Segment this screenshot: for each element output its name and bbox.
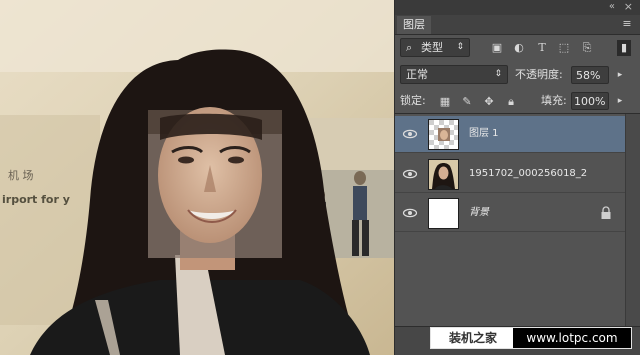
type-filter-icon[interactable]: T bbox=[534, 40, 550, 56]
blend-mode-value: 正常 bbox=[406, 68, 428, 81]
fill-input[interactable]: 100% bbox=[571, 92, 609, 110]
layer-thumbnail bbox=[428, 198, 459, 229]
divider bbox=[395, 113, 640, 114]
layers-scrollbar[interactable] bbox=[625, 114, 640, 327]
layer-thumbnail bbox=[428, 159, 459, 190]
layer-row-background[interactable]: 背景 bbox=[395, 195, 627, 232]
blend-mode-select[interactable]: 正常 ⇕ bbox=[400, 65, 508, 84]
search-icon: ⌕ bbox=[406, 41, 413, 54]
watermark-url: www.lotpc.com bbox=[513, 328, 631, 348]
lock-transparent-icon[interactable]: ▦ bbox=[437, 94, 453, 110]
lock-all-icon[interactable]: 🔒︎ bbox=[503, 94, 519, 110]
lock-icon bbox=[601, 206, 611, 219]
close-icon[interactable]: × bbox=[624, 0, 633, 13]
filter-row: ⌕ 类型 ⇕ ▣ ◐ T ⬚ ⎘ ▮ bbox=[395, 36, 640, 60]
blend-row: 正常 ⇕ 不透明度: 58% ▸ bbox=[395, 64, 640, 86]
eye-icon[interactable] bbox=[402, 206, 418, 220]
filter-select[interactable]: ⌕ 类型 ⇕ bbox=[400, 38, 470, 57]
sign-text-2: irport for y bbox=[2, 193, 70, 206]
panel-collapse-strip: « × bbox=[395, 0, 640, 15]
opacity-input[interactable]: 58% bbox=[571, 66, 609, 84]
layer-name: 背景 bbox=[469, 207, 489, 218]
adjustment-filter-icon[interactable]: ◐ bbox=[511, 40, 527, 56]
layer-name: 图层 1 bbox=[469, 128, 499, 139]
layers-panel: « × 图层 ≡ ⌕ 类型 ⇕ ▣ ◐ T ⬚ ⎘ ▮ 正常 ⇕ 不透明度: 5… bbox=[394, 0, 640, 355]
collapse-icon[interactable]: « bbox=[609, 1, 615, 12]
tab-layers[interactable]: 图层 bbox=[397, 16, 431, 34]
filter-toggle-icon[interactable]: ▮ bbox=[617, 40, 631, 56]
canvas-image: 机 场 irport for y bbox=[0, 0, 394, 355]
fill-value: 100% bbox=[574, 95, 606, 108]
image-filter-icon[interactable]: ▣ bbox=[489, 40, 505, 56]
select-arrows-icon: ⇕ bbox=[456, 42, 464, 52]
panel-menu-icon[interactable]: ≡ bbox=[621, 18, 633, 30]
lock-position-move-icon[interactable]: ✥ bbox=[481, 94, 497, 110]
opacity-label: 不透明度: bbox=[515, 68, 563, 81]
watermark: 装机之家 www.lotpc.com bbox=[430, 327, 632, 349]
image-canvas[interactable]: 机 场 irport for y bbox=[0, 0, 394, 355]
lock-label: 锁定: bbox=[400, 94, 426, 107]
watermark-brand: 装机之家 bbox=[448, 331, 497, 345]
layer-name: 1951702_000256018_2 bbox=[469, 168, 588, 179]
filter-label: 类型 bbox=[421, 41, 443, 54]
lock-row: 锁定: ▦ ✎ ✥ 🔒︎ 填充: 100% ▸ bbox=[395, 90, 640, 112]
fill-label: 填充: bbox=[541, 94, 567, 107]
layer-thumbnail bbox=[428, 119, 459, 150]
layer-row-1[interactable]: 图层 1 bbox=[395, 116, 627, 153]
layer-row-2[interactable]: 1951702_000256018_2 bbox=[395, 156, 627, 193]
opacity-dropdown-icon[interactable]: ▸ bbox=[612, 67, 628, 83]
panel-tabs: 图层 ≡ bbox=[395, 15, 640, 35]
eye-icon[interactable] bbox=[402, 127, 418, 141]
eye-icon[interactable] bbox=[402, 167, 418, 181]
shape-filter-icon[interactable]: ⬚ bbox=[556, 40, 572, 56]
select-arrows-icon: ⇕ bbox=[494, 69, 502, 79]
lock-paint-brush-icon[interactable]: ✎ bbox=[459, 94, 475, 110]
sign-text-1: 机 场 bbox=[8, 168, 34, 182]
fill-dropdown-icon[interactable]: ▸ bbox=[612, 93, 628, 109]
opacity-value: 58% bbox=[576, 69, 601, 82]
smart-object-filter-icon[interactable]: ⎘ bbox=[579, 40, 595, 56]
